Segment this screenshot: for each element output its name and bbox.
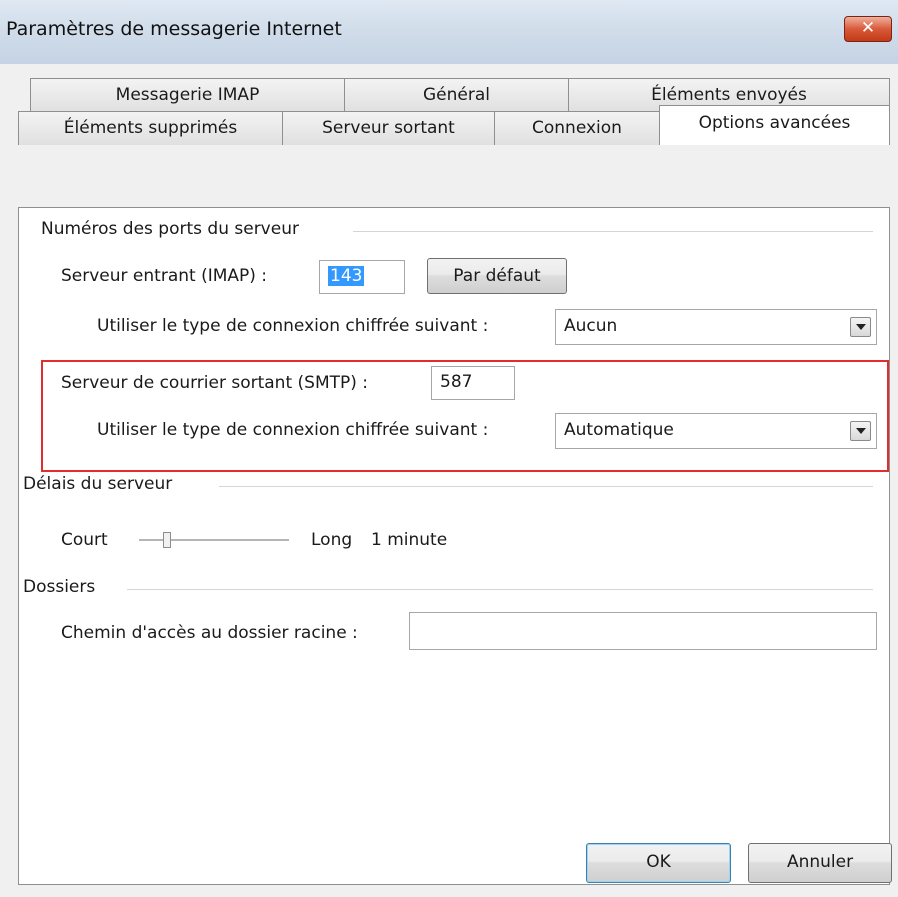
outgoing-encryption-value: Automatique [564,420,674,440]
folders-group-divider [127,589,873,590]
outgoing-port-value: 587 [440,372,473,392]
window-title: Paramètres de messagerie Internet [6,18,342,40]
tab-connexion[interactable]: Connexion [494,111,660,145]
short-label: Court [61,530,108,550]
outgoing-encryption-label: Utiliser le type de connexion chiffrée s… [97,420,489,440]
cancel-button[interactable]: Annuler [748,843,892,883]
timeouts-group-divider [219,486,873,487]
chevron-down-icon[interactable] [850,317,871,337]
close-icon: ✕ [860,18,876,38]
incoming-encryption-select[interactable]: Aucun [555,309,877,345]
tab-options-avancees[interactable]: Options avancées [659,105,890,145]
tab-general[interactable]: Général [344,78,569,112]
default-button[interactable]: Par défaut [427,258,567,294]
ok-button[interactable]: OK [586,843,731,883]
incoming-encryption-value: Aucun [564,316,618,336]
timeout-slider[interactable] [139,531,289,551]
tab-elements-supprimes[interactable]: Éléments supprimés [18,111,283,145]
folders-group-label: Dossiers [23,577,96,597]
incoming-server-label: Serveur entrant (IMAP) : [61,266,268,286]
outgoing-server-label: Serveur de courrier sortant (SMTP) : [61,373,369,393]
timeouts-group-label: Délais du serveur [23,474,173,494]
dialog-body: Messagerie IMAP Général Éléments envoyés… [0,64,898,897]
incoming-port-input[interactable]: 143 [319,260,405,294]
title-bar[interactable]: Paramètres de messagerie Internet ✕ [0,0,898,64]
slider-thumb[interactable] [163,532,171,548]
long-label: Long [311,530,353,550]
chevron-down-icon[interactable] [850,421,871,441]
ports-group-label: Numéros des ports du serveur [41,219,299,239]
timeout-value: 1 minute [371,530,448,550]
close-button[interactable]: ✕ [844,16,892,42]
root-folder-input[interactable] [409,612,877,650]
ports-group-divider [353,231,873,232]
outgoing-encryption-select[interactable]: Automatique [555,413,877,449]
tab-serveur-sortant[interactable]: Serveur sortant [282,111,495,145]
internet-email-settings-dialog: Paramètres de messagerie Internet ✕ Mess… [0,0,898,897]
incoming-encryption-label: Utiliser le type de connexion chiffrée s… [97,316,489,336]
slider-track [139,539,289,541]
advanced-options-panel: Numéros des ports du serveur Serveur ent… [18,207,890,885]
root-folder-label: Chemin d'accès au dossier racine : [61,623,358,643]
incoming-port-value: 143 [328,266,365,286]
outgoing-port-input[interactable]: 587 [431,366,515,400]
tab-messagerie-imap[interactable]: Messagerie IMAP [30,78,345,112]
